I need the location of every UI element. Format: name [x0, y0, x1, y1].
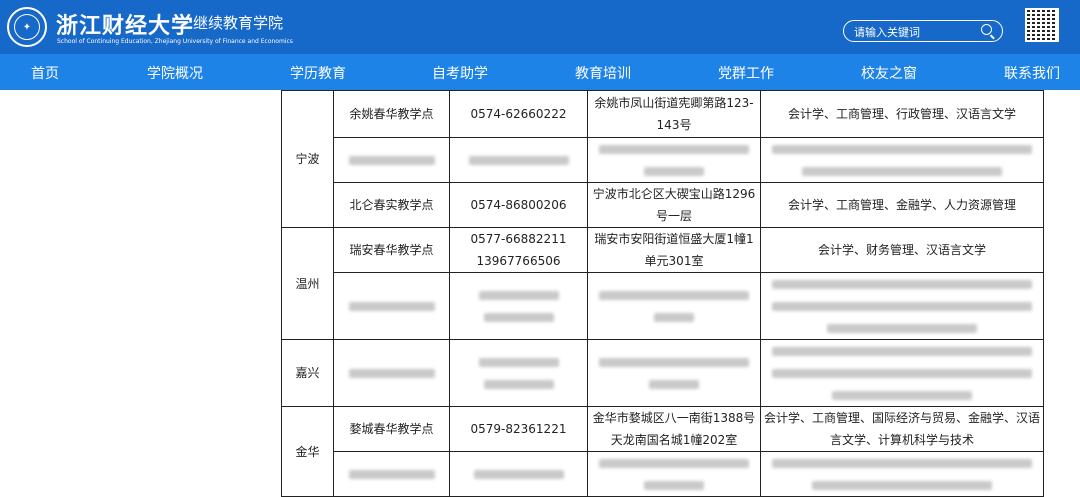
table-row: 宁波 余姚春华教学点 0574-62660222 余姚市凤山街道宪卿第路123-…: [281, 90, 1044, 228]
blurred-cell: [587, 272, 761, 340]
blurred-cell: [333, 339, 450, 407]
site-name-cell: 瑞安春华教学点: [333, 227, 450, 273]
qr-code-pattern: [1027, 10, 1057, 40]
qr-code-image: [1025, 8, 1059, 42]
teaching-sites-table: 宁波 余姚春华教学点 0574-62660222 余姚市凤山街道宪卿第路123-…: [281, 90, 1044, 497]
blurred-cell: [333, 272, 450, 340]
school-name[interactable]: 继续教育学院: [193, 12, 283, 33]
nav-item-self-study[interactable]: 自考助学: [432, 63, 488, 83]
blurred-cell: [449, 451, 588, 497]
blurred-text: [348, 302, 435, 311]
search-box[interactable]: 请输入关键词: [843, 20, 1003, 42]
phone-cell: 0574-62660222: [449, 90, 588, 138]
nav-item-party[interactable]: 党群工作: [718, 63, 774, 83]
blurred-text: [348, 369, 435, 378]
blurred-cell: [449, 272, 588, 340]
table-row-blurred: [282, 451, 1044, 497]
school-english-name: School of Continuing Education, Zhejiang…: [57, 38, 293, 45]
blurred-text: [772, 302, 1032, 311]
search-input[interactable]: 请输入关键词: [854, 24, 920, 40]
blurred-text: [599, 145, 749, 154]
site-header: ✦ 浙江财经大学 继续教育学院 School of Continuing Edu…: [0, 0, 1080, 54]
blurred-text: [599, 459, 749, 468]
table-row-blurred: [282, 272, 1044, 340]
blurred-cell: [760, 339, 1044, 407]
address-cell: 宁波市北仑区大碶宝山路1296号一层: [587, 182, 761, 228]
blurred-cell: [449, 137, 588, 183]
phone-line: 0577-66882211: [470, 232, 567, 246]
blurred-text: [654, 313, 694, 322]
blurred-text: [348, 470, 435, 479]
blurred-text: [772, 347, 1032, 356]
blurred-text: [348, 156, 435, 165]
blurred-text: [772, 145, 1032, 154]
table-row: 嘉兴: [281, 339, 1044, 407]
blurred-text: [599, 291, 749, 300]
blurred-text: [644, 481, 704, 490]
blurred-text: [802, 167, 1002, 176]
nav-item-contact[interactable]: 联系我们: [1004, 63, 1060, 83]
blurred-cell: [333, 451, 450, 497]
university-seal-logo[interactable]: ✦: [7, 7, 47, 47]
blurred-cell: [449, 339, 588, 407]
blurred-text: [483, 380, 554, 389]
phone-line: 13967766506: [476, 254, 561, 268]
site-name-cell: 婺城春华教学点: [333, 406, 450, 452]
blurred-text: [599, 358, 749, 367]
city-cell: 宁波: [281, 90, 334, 228]
phone-cell: 0574-86800206: [449, 182, 588, 228]
majors-cell: 会计学、工商管理、行政管理、汉语言文学: [760, 90, 1044, 138]
main-nav: 首页 学院概况 学历教育 自考助学 教育培训 党群工作 校友之窗 联系我们: [0, 54, 1080, 90]
blurred-text: [772, 280, 1032, 289]
blurred-text: [772, 459, 1032, 468]
majors-cell: 会计学、工商管理、国际经济与贸易、金融学、汉语言文学、计算机科学与技术: [760, 406, 1044, 452]
city-cell: 温州: [281, 227, 334, 340]
nav-item-home[interactable]: 首页: [31, 63, 59, 83]
nav-item-alumni[interactable]: 校友之窗: [861, 63, 917, 83]
blurred-text: [478, 358, 559, 367]
blurred-text: [649, 380, 699, 389]
blurred-text: [812, 481, 992, 490]
nav-item-training[interactable]: 教育培训: [575, 63, 631, 83]
blurred-text: [827, 324, 977, 333]
blurred-text: [468, 156, 569, 165]
blurred-cell: [587, 137, 761, 183]
blurred-text: [483, 313, 554, 322]
table-row-blurred: [282, 137, 1044, 183]
blurred-text: [644, 167, 704, 176]
blurred-cell: [760, 451, 1044, 497]
blurred-cell: [587, 339, 761, 407]
phone-cell: 0577-66882211 13967766506: [449, 227, 588, 273]
address-cell: 金华市婺城区八一南街1388号天龙南国名城1幢202室: [587, 406, 761, 452]
city-cell: 金华: [281, 406, 334, 497]
seal-inner-icon: ✦: [14, 14, 40, 40]
blurred-cell: [587, 451, 761, 497]
majors-cell: 会计学、财务管理、汉语言文学: [760, 227, 1044, 273]
blurred-text: [772, 369, 1032, 378]
blurred-cell: [333, 137, 450, 183]
site-name-cell: 北仑春实教学点: [333, 182, 450, 228]
city-cell: 嘉兴: [281, 339, 334, 407]
blurred-text: [473, 470, 564, 479]
address-cell: 瑞安市安阳街道恒盛大厦1幢1单元301室: [587, 227, 761, 273]
site-name-cell: 余姚春华教学点: [333, 90, 450, 138]
blurred-text: [478, 291, 559, 300]
blurred-text: [832, 391, 972, 400]
blurred-cell: [760, 272, 1044, 340]
table-row: 温州 瑞安春华教学点 0577-66882211 13967766506 瑞安市…: [281, 227, 1044, 340]
address-cell: 余姚市凤山街道宪卿第路123-143号: [587, 90, 761, 138]
nav-item-degree[interactable]: 学历教育: [290, 63, 346, 83]
university-name[interactable]: 浙江财经大学: [56, 8, 194, 40]
phone-cell: 0579-82361221: [449, 406, 588, 452]
nav-item-about[interactable]: 学院概况: [147, 63, 203, 83]
table-row: 北仑春实教学点 0574-86800206 宁波市北仑区大碶宝山路1296号一层…: [282, 182, 1044, 228]
majors-cell: 会计学、工商管理、金融学、人力资源管理: [760, 182, 1044, 228]
table-row: 金华 婺城春华教学点 0579-82361221 金华市婺城区八一南街1388号…: [281, 406, 1044, 497]
blurred-cell: [760, 137, 1044, 183]
search-icon[interactable]: [981, 24, 992, 35]
